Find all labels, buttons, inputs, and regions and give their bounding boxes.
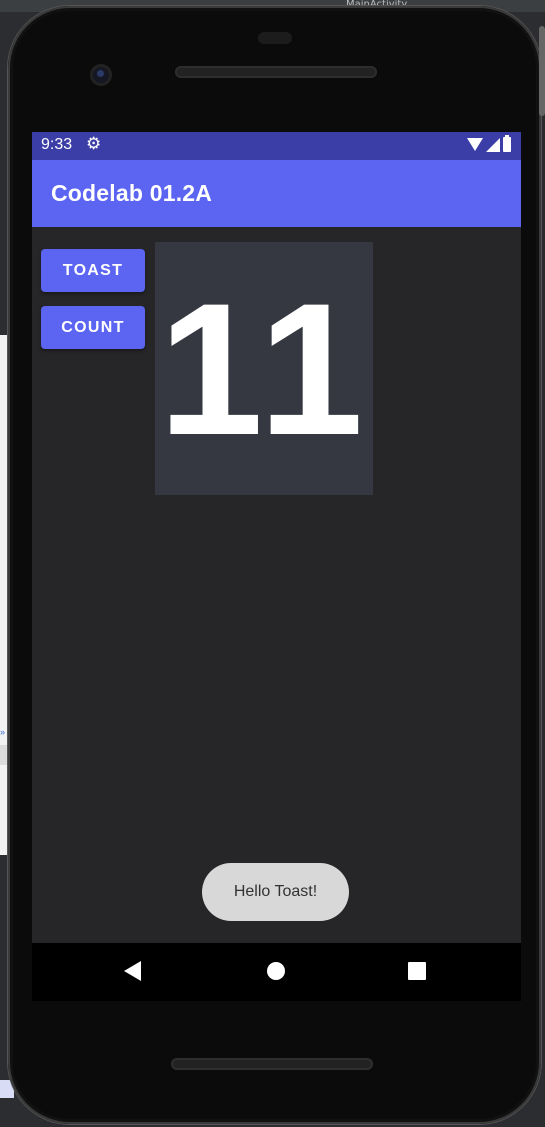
phone-side-button [539, 26, 545, 116]
navigation-bar [32, 943, 521, 1001]
counter-display: 11 [155, 242, 373, 495]
phone-screen: 9:33 ⚙ Codelab 01.2A TOAST COUNT 11 Hell… [32, 132, 521, 943]
top-speaker-grille [175, 66, 377, 78]
battery-icon [503, 135, 511, 152]
toast-button[interactable]: TOAST [41, 249, 145, 292]
phone-frame: 9:33 ⚙ Codelab 01.2A TOAST COUNT 11 Hell… [8, 6, 545, 1124]
toast-message: Hello Toast! [202, 863, 349, 921]
signal-icon [486, 137, 500, 152]
app-bar: Codelab 01.2A [32, 160, 521, 227]
earpiece-slit [258, 32, 292, 44]
status-time: 9:33 [41, 136, 73, 153]
front-camera-icon [90, 64, 112, 86]
home-circle-icon[interactable] [267, 962, 285, 980]
back-triangle-icon[interactable] [124, 961, 141, 981]
counter-value: 11 [158, 263, 370, 474]
gear-icon: ⚙ [86, 134, 102, 153]
recents-square-icon[interactable] [408, 962, 426, 980]
wifi-icon [467, 138, 483, 151]
app-title: Codelab 01.2A [51, 180, 213, 206]
bottom-speaker-grille [171, 1058, 373, 1070]
status-bar: 9:33 ⚙ [32, 132, 521, 160]
count-button[interactable]: COUNT [41, 306, 145, 349]
status-icons [467, 135, 511, 152]
